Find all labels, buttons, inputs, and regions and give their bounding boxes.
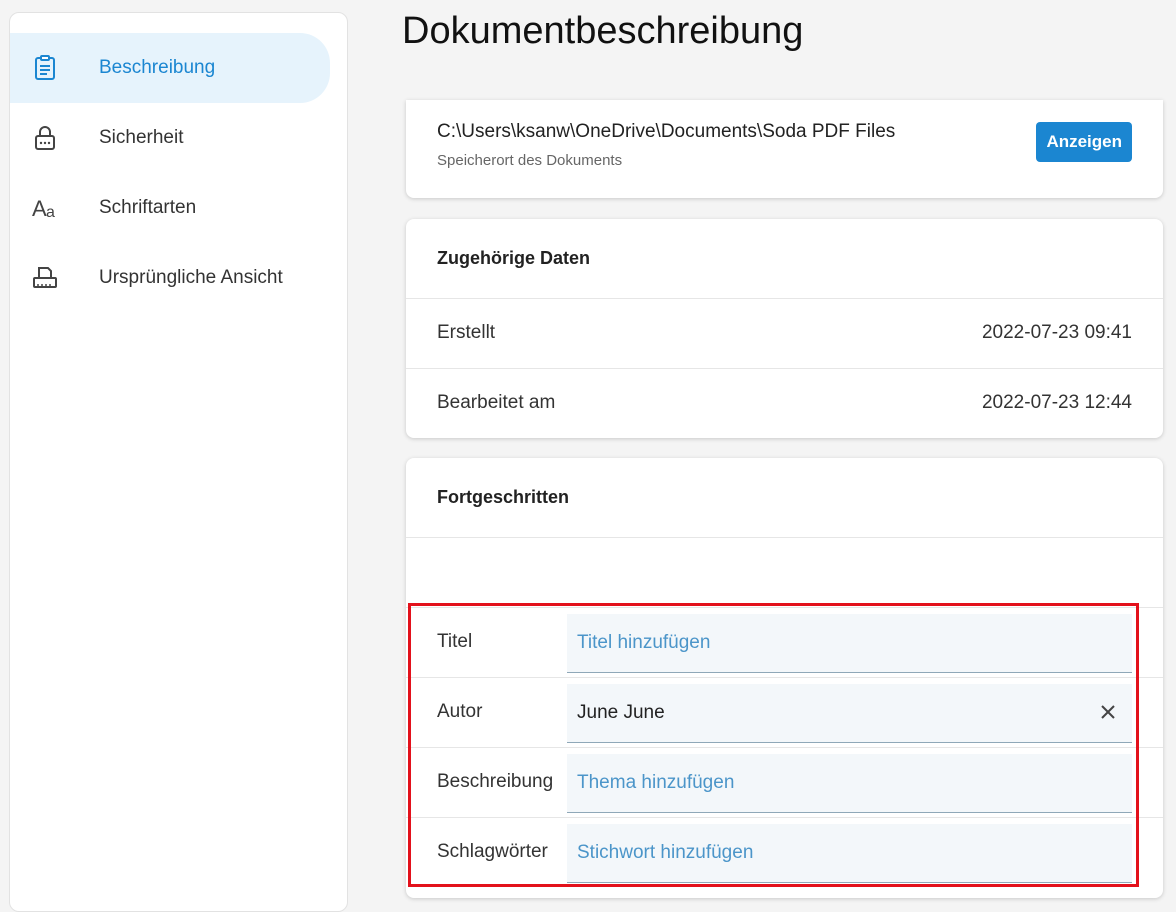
sidebar-item-sicherheit[interactable]: Sicherheit [10,103,330,173]
font-icon: A a [32,196,55,221]
show-button[interactable]: Anzeigen [1036,122,1132,162]
clipboard-icon [35,55,55,80]
created-label: Erstellt [437,322,496,343]
title-field-wrap [567,614,1132,673]
title-input[interactable] [567,614,1132,672]
svg-text:A: A [32,196,47,221]
advanced-card: Fortgeschritten Titel Autor Beschreibung… [406,458,1163,898]
created-value: 2022-07-23 09:41 [981,322,1132,343]
sidebar-item-label: Ursprüngliche Ansicht [99,267,283,288]
description-row: Beschreibung [406,747,1163,818]
spacer-row [406,537,1163,608]
sidebar-item-label: Sicherheit [99,127,184,148]
created-row: Erstellt 2022-07-23 09:41 [406,298,1163,369]
keywords-row: Schlagwörter [406,817,1163,888]
keywords-input[interactable] [567,824,1132,882]
description-input[interactable] [567,754,1132,812]
document-path: C:\Users\ksanw\OneDrive\Documents\Soda P… [437,121,896,142]
sidebar-item-beschreibung[interactable]: Beschreibung [10,33,330,103]
printer-icon [33,267,57,288]
document-path-caption: Speicherort des Dokuments [437,152,623,169]
sidebar-item-label: Beschreibung [99,57,216,78]
sidebar: Beschreibung Sicherheit A a Schriftarten… [9,12,348,912]
advanced-header: Fortgeschritten [437,487,570,507]
title-row: Titel [406,607,1163,678]
description-field-wrap [567,754,1132,813]
author-input[interactable] [567,684,1132,742]
author-label: Autor [437,701,483,722]
modified-value: 2022-07-23 12:44 [981,392,1132,413]
sidebar-item-schriftarten[interactable]: A a Schriftarten [10,173,330,243]
description-label: Beschreibung [437,771,554,792]
sidebar-item-label: Schriftarten [99,197,197,218]
related-data-card: Zugehörige Daten Erstellt 2022-07-23 09:… [406,219,1163,438]
modified-row: Bearbeitet am 2022-07-23 12:44 [406,368,1163,439]
keywords-label: Schlagwörter [437,841,548,862]
sidebar-item-urspruengliche-ansicht[interactable]: Ursprüngliche Ansicht [10,243,330,313]
svg-text:a: a [46,204,55,221]
keywords-field-wrap [567,824,1132,883]
title-label: Titel [437,631,473,652]
page-title: Dokumentbeschreibung [402,10,804,52]
related-data-header: Zugehörige Daten [437,248,591,268]
author-row: Autor [406,677,1163,748]
close-icon[interactable] [1100,704,1116,720]
author-field-wrap [567,684,1132,743]
location-card: C:\Users\ksanw\OneDrive\Documents\Soda P… [406,100,1163,198]
modified-label: Bearbeitet am [437,392,556,413]
lock-icon [35,126,55,150]
